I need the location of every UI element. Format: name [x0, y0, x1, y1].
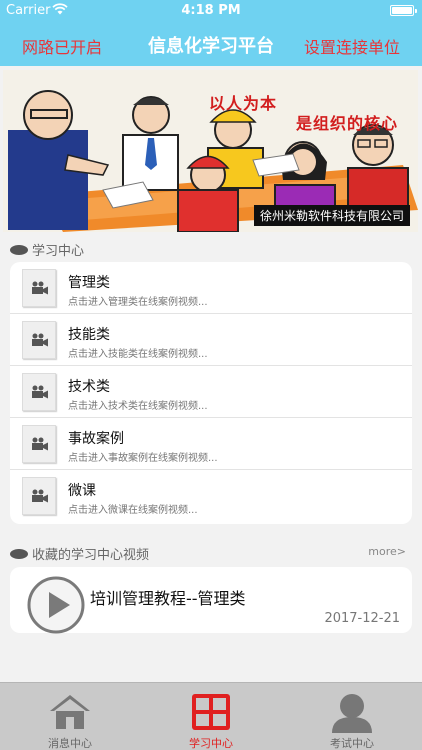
play-icon[interactable]: [26, 575, 86, 635]
list-item-desc: 点击进入管理类在线案例视频...: [68, 297, 208, 308]
grid-icon: [192, 694, 230, 730]
list-item-micro-course[interactable]: 微课 点击进入微课在线案例视频...: [10, 470, 412, 522]
banner-caption: 徐州米勒软件科技有限公司: [253, 205, 410, 226]
tab-exam-center[interactable]: 考试中心: [282, 683, 422, 750]
banner-slogan-2: 是组织的核心: [296, 114, 399, 133]
favorite-video-date: 2017-12-21: [324, 611, 400, 626]
video-camera-icon: [22, 269, 56, 307]
bullet-icon: [10, 244, 28, 255]
nav-bar: 网路已开启 信息化学习平台 设置连接单位: [0, 22, 422, 66]
favorite-video-item[interactable]: 培训管理教程--管理类 2017-12-21: [10, 567, 412, 635]
list-item-desc: 点击进入技能类在线案例视频...: [68, 349, 208, 360]
list-item-desc: 点击进入技术类在线案例视频...: [68, 401, 208, 412]
list-item-title: 微课: [68, 483, 96, 499]
list-item-title: 技能类: [68, 327, 110, 343]
study-center-header: 学习中心: [10, 240, 84, 260]
study-category-list: 管理类 点击进入管理类在线案例视频... 技能类 点击进入技能类在线案例视频..…: [10, 262, 412, 524]
list-item-technical[interactable]: 技术类 点击进入技术类在线案例视频...: [10, 366, 412, 418]
list-item-title: 事故案例: [68, 431, 124, 447]
list-item-management[interactable]: 管理类 点击进入管理类在线案例视频...: [10, 262, 412, 314]
house-icon: [50, 695, 90, 729]
set-unit-button[interactable]: 设置连接单位: [304, 34, 400, 58]
status-bar: Carrier 4:18 PM: [0, 0, 422, 22]
banner-slogan-1: 以人为本: [209, 94, 278, 113]
battery-icon: [390, 5, 417, 16]
list-item-desc: 点击进入微课在线案例视频...: [68, 505, 198, 516]
tab-label: 考试中心: [330, 737, 374, 750]
tab-label: 消息中心: [48, 737, 92, 750]
video-camera-icon: [22, 321, 56, 359]
favorites-header: 收藏的学习中心视频 more>: [10, 544, 410, 564]
favorite-video-title: 培训管理教程--管理类: [90, 589, 246, 608]
tab-message-center[interactable]: 消息中心: [0, 683, 140, 750]
list-item-title: 技术类: [68, 379, 110, 395]
list-item-desc: 点击进入事故案例在线案例视频...: [68, 453, 218, 464]
tab-label: 学习中心: [189, 737, 233, 750]
video-camera-icon: [22, 477, 56, 515]
tab-bar: 消息中心 学习中心 考试中心: [0, 682, 422, 750]
list-item-skills[interactable]: 技能类 点击进入技能类在线案例视频...: [10, 314, 412, 366]
person-icon: [332, 694, 372, 733]
clock: 4:18 PM: [181, 3, 241, 18]
more-link[interactable]: more>: [368, 545, 406, 558]
banner-image[interactable]: 以人为本 是组织的核心 徐州米勒软件科技有限公司: [3, 70, 418, 232]
list-item-title: 管理类: [68, 275, 110, 291]
list-item-accident-cases[interactable]: 事故案例 点击进入事故案例在线案例视频...: [10, 418, 412, 470]
bullet-icon: [10, 548, 28, 559]
tab-study-center[interactable]: 学习中心: [141, 683, 281, 750]
video-camera-icon: [22, 373, 56, 411]
video-camera-icon: [22, 425, 56, 463]
